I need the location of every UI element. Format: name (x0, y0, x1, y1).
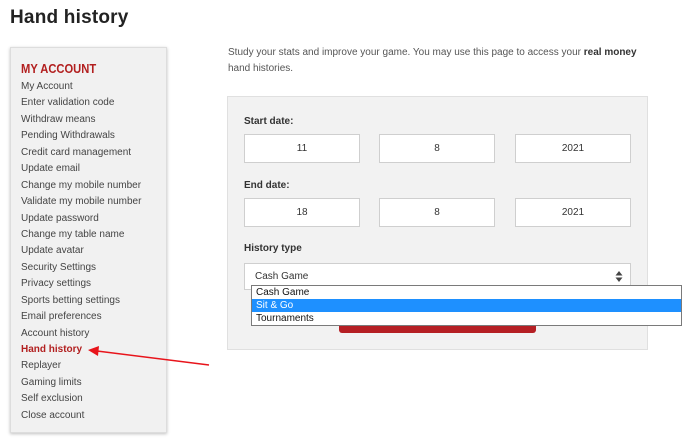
end-day-input[interactable] (244, 198, 360, 227)
dropdown-option-sit-and-go[interactable]: Sit & Go (252, 299, 681, 312)
sidebar-item-hand-history[interactable]: Hand history (21, 342, 141, 358)
intro-text-after: hand histories. (228, 63, 294, 74)
sidebar-item-privacy-settings[interactable]: Privacy settings (21, 276, 141, 292)
sidebar-item-email-preferences[interactable]: Email preferences (21, 309, 141, 325)
start-day-input[interactable] (244, 134, 360, 163)
sidebar-item-account-history[interactable]: Account history (21, 326, 141, 342)
intro-text: Study your stats and improve your game. … (228, 45, 648, 77)
sidebar-heading: MY ACCOUNT (21, 61, 97, 76)
sidebar-item-my-account[interactable]: My Account (21, 79, 141, 95)
sidebar-item-gaming-limits[interactable]: Gaming limits (21, 375, 141, 391)
start-date-label: Start date: (244, 116, 294, 127)
history-type-dropdown-list: Cash Game Sit & Go Tournaments (251, 285, 682, 326)
sidebar-item-enter-validation-code[interactable]: Enter validation code (21, 95, 141, 111)
history-type-selected-value: Cash Game (255, 271, 309, 282)
end-month-input[interactable] (379, 198, 495, 227)
dropdown-option-cash-game[interactable]: Cash Game (252, 286, 681, 299)
history-type-label: History type (244, 243, 302, 254)
start-year-input[interactable] (515, 134, 631, 163)
sidebar-item-security-settings[interactable]: Security Settings (21, 260, 141, 276)
sidebar-item-validate-mobile-number[interactable]: Validate my mobile number (21, 194, 141, 210)
sidebar-menu: My Account Enter validation code Withdra… (21, 79, 141, 424)
end-date-label: End date: (244, 180, 290, 191)
sidebar-item-credit-card-management[interactable]: Credit card management (21, 145, 141, 161)
dropdown-option-tournaments[interactable]: Tournaments (252, 312, 681, 325)
sidebar-item-update-password[interactable]: Update password (21, 211, 141, 227)
intro-text-before: Study your stats and improve your game. … (228, 47, 584, 58)
sidebar-item-change-mobile-number[interactable]: Change my mobile number (21, 178, 141, 194)
sidebar-item-sports-betting-settings[interactable]: Sports betting settings (21, 293, 141, 309)
submit-button[interactable] (339, 325, 536, 333)
sidebar-item-withdraw-means[interactable]: Withdraw means (21, 112, 141, 128)
account-sidebar: MY ACCOUNT My Account Enter validation c… (10, 47, 167, 433)
sidebar-item-replayer[interactable]: Replayer (21, 358, 141, 374)
sidebar-item-pending-withdrawals[interactable]: Pending Withdrawals (21, 128, 141, 144)
intro-text-bold: real money (583, 47, 637, 58)
page-title: Hand history (10, 7, 129, 28)
start-month-input[interactable] (379, 134, 495, 163)
updown-arrows-icon (615, 271, 623, 282)
sidebar-item-close-account[interactable]: Close account (21, 408, 141, 424)
sidebar-item-change-table-name[interactable]: Change my table name (21, 227, 141, 243)
sidebar-item-update-email[interactable]: Update email (21, 161, 141, 177)
sidebar-item-update-avatar[interactable]: Update avatar (21, 243, 141, 259)
sidebar-item-self-exclusion[interactable]: Self exclusion (21, 391, 141, 407)
end-year-input[interactable] (515, 198, 631, 227)
